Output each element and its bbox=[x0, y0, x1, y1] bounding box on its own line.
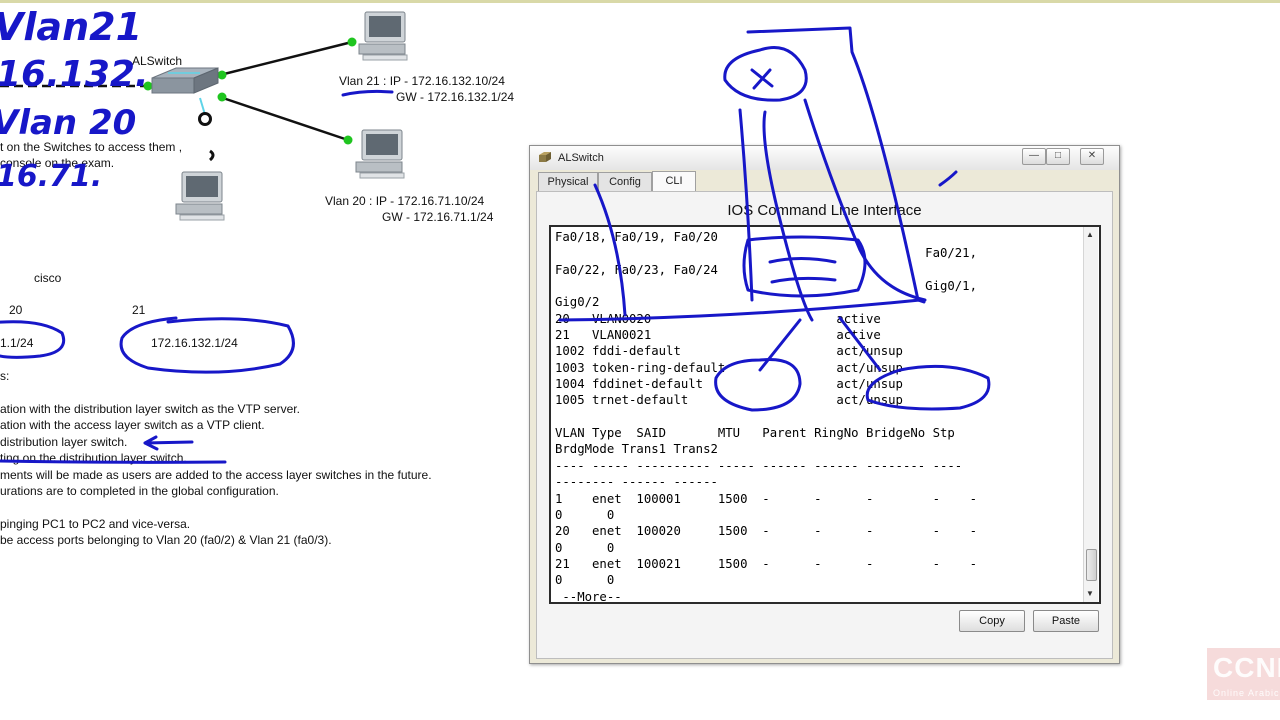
console-cable-end bbox=[208, 149, 215, 162]
watermark-subtext: Online Arabic bbox=[1213, 688, 1280, 698]
requirement-line: distribution layer switch. bbox=[0, 434, 128, 449]
pc-icon[interactable] bbox=[358, 11, 408, 61]
pc-icon[interactable] bbox=[175, 171, 225, 221]
sketch-stroke bbox=[750, 68, 774, 90]
pc1-ip-label: Vlan 21 : IP - 172.16.132.10/24 bbox=[339, 74, 505, 88]
link-light bbox=[143, 81, 153, 91]
sketch-stroke bbox=[723, 46, 808, 102]
table-header: 21 bbox=[132, 303, 146, 317]
paste-button[interactable]: Paste bbox=[1033, 610, 1099, 632]
maximize-icon[interactable]: □ bbox=[1046, 148, 1070, 165]
terminal-text[interactable]: Fa0/18, Fa0/19, Fa0/20 Fa0/21, Fa0/22, F… bbox=[555, 229, 977, 602]
terminal-scrollbar[interactable]: ▲ ▼ bbox=[1083, 227, 1098, 602]
switch-label: ALSwitch bbox=[132, 54, 183, 68]
requirement-line: ation with the access layer switch as a … bbox=[0, 418, 265, 433]
minimize-icon[interactable]: — bbox=[1022, 148, 1046, 165]
switch-icon[interactable] bbox=[151, 67, 219, 94]
topology-note: t on the Switches to access them , bbox=[0, 140, 183, 154]
requirement-line: pinging PC1 to PC2 and vice-versa. bbox=[0, 516, 191, 531]
cli-heading: IOS Command Line Interface bbox=[727, 202, 922, 219]
table-cell: 172.16.132.1/24 bbox=[151, 336, 238, 350]
link-to-pc1 bbox=[219, 40, 353, 77]
requirement-line: ation with the distribution layer switch… bbox=[0, 402, 300, 416]
pc1-gw-label: GW - 172.16.132.1/24 bbox=[396, 90, 515, 104]
ios-cli-window[interactable]: ALSwitch — □ ✕ Physical Config CLI IOS C… bbox=[529, 145, 1120, 664]
console-port bbox=[198, 112, 212, 126]
tab-cli[interactable]: CLI bbox=[652, 171, 696, 192]
tab-physical[interactable]: Physical bbox=[538, 172, 598, 191]
link-light bbox=[347, 37, 357, 47]
table-label: cisco bbox=[34, 271, 62, 285]
requirements-heading: s: bbox=[0, 369, 10, 383]
terminal-output[interactable]: Fa0/18, Fa0/19, Fa0/20 Fa0/21, Fa0/22, F… bbox=[549, 225, 1101, 604]
requirement-line: be access ports belonging to Vlan 20 (fa… bbox=[0, 533, 332, 548]
requirement-line: urations are to completed in the global … bbox=[0, 483, 279, 498]
link-light bbox=[217, 70, 227, 80]
requirements-list: ation with the distribution layer switch… bbox=[0, 402, 432, 550]
link-to-pc2 bbox=[219, 95, 349, 142]
table-header: 20 bbox=[9, 303, 23, 317]
watermark-logo: CCNP Online Arabic bbox=[1207, 648, 1280, 700]
requirement-line bbox=[0, 500, 432, 516]
close-icon[interactable]: ✕ bbox=[1080, 148, 1104, 165]
tab-config[interactable]: Config bbox=[598, 172, 652, 191]
app-icon bbox=[539, 152, 551, 162]
window-title: ALSwitch bbox=[558, 152, 604, 164]
copy-button[interactable]: Copy bbox=[959, 610, 1025, 632]
scroll-up-icon[interactable]: ▲ bbox=[1086, 230, 1094, 239]
window-titlebar[interactable]: ALSwitch — □ ✕ bbox=[530, 146, 1119, 170]
pc2-gw-label: GW - 172.16.71.1/24 bbox=[382, 210, 494, 224]
pc2-ip-label: Vlan 20 : IP - 172.16.71.10/24 bbox=[325, 194, 485, 208]
link-light bbox=[217, 92, 227, 102]
cli-panel: IOS Command Line Interface Fa0/18, Fa0/1… bbox=[536, 191, 1113, 659]
pc-icon[interactable] bbox=[355, 129, 405, 179]
scrollbar-thumb[interactable] bbox=[1086, 549, 1097, 581]
requirement-line: ting on the distribution layer switch. bbox=[0, 451, 187, 466]
table-cell: 1.1/24 bbox=[0, 336, 34, 350]
tab-bar: Physical Config CLI bbox=[536, 171, 1111, 192]
scroll-down-icon[interactable]: ▼ bbox=[1086, 589, 1094, 598]
watermark-text: CCNP bbox=[1213, 652, 1280, 683]
requirement-line: ments will be made as users are added to… bbox=[0, 467, 432, 482]
topology-note: console on the exam. bbox=[0, 156, 115, 170]
link-light bbox=[343, 135, 353, 145]
